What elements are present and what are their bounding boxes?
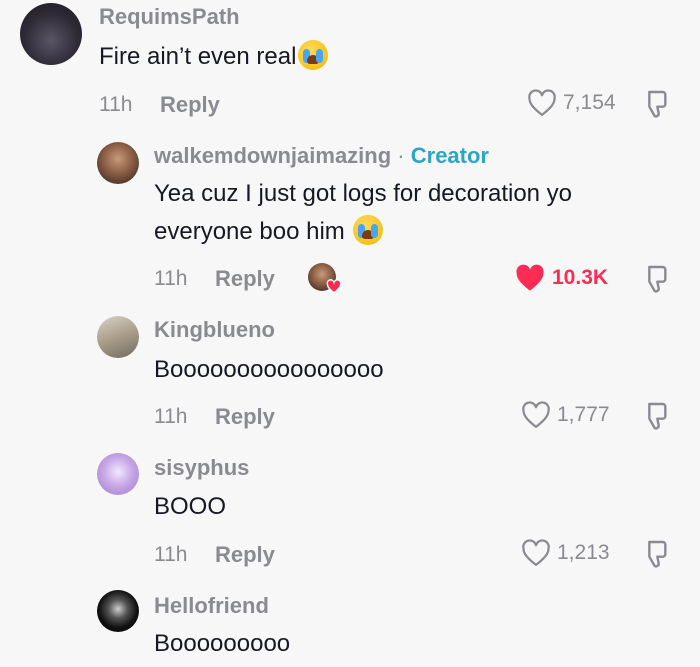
comment-time: 11h <box>154 267 188 290</box>
like-count: 10.3K <box>552 266 609 289</box>
comment-requimspath: RequimsPath Fire ain’t even real 11h Rep… <box>0 0 700 130</box>
comment-text-line-2: everyone boo him <box>154 213 572 251</box>
comment-time: 11h <box>154 405 188 428</box>
heart-outline-icon <box>522 539 550 566</box>
like-button[interactable]: 1,777 <box>521 401 610 429</box>
thumbs-down-icon[interactable] <box>640 538 672 570</box>
avatar-hellofriend[interactable] <box>97 590 139 632</box>
thumbs-down-icon[interactable] <box>640 88 672 120</box>
comment-text-line: Booooooooo <box>154 630 291 657</box>
comment-text: BOOO <box>154 488 226 526</box>
comment-creator-reply: walkemdownjaimazing · Creator Yea cuz I … <box>0 130 700 300</box>
comment-text: Yea cuz I just got logs for decoration y… <box>154 175 572 251</box>
heart-outline-icon <box>528 89 556 116</box>
like-count: 1,777 <box>557 403 610 426</box>
avatar-requimspath[interactable] <box>20 3 82 65</box>
heart-filled-icon <box>516 264 544 291</box>
creator-badge: Creator <box>410 143 489 168</box>
separator-dot: · <box>397 143 405 168</box>
thumbs-down-icon[interactable] <box>640 263 672 295</box>
avatar-walkemdownjaimazing[interactable] <box>97 142 139 184</box>
like-count: 1,213 <box>557 541 610 564</box>
comment-username[interactable]: Kingblueno <box>154 317 275 343</box>
comment-text: Booooooooo <box>154 625 290 663</box>
avatar-sisyphus[interactable] <box>97 453 139 495</box>
crying-face-emoji-icon <box>298 40 329 70</box>
comment-username[interactable]: sisyphus <box>154 455 249 481</box>
comment-kingblueno: Kingblueno Boooooooooooooooo 11h Reply 1… <box>0 300 700 440</box>
comment-time: 11h <box>99 93 133 116</box>
username-text[interactable]: walkemdownjaimazing <box>154 143 391 168</box>
like-count: 7,154 <box>563 91 616 114</box>
comment-sisyphus: sisyphus BOOO 11h Reply 1,213 <box>0 440 700 580</box>
comment-text-line: Fire ain’t even real <box>99 43 297 70</box>
comment-text: Fire ain’t even real <box>99 38 329 76</box>
comment-text-line: BOOO <box>154 493 227 520</box>
comment-username[interactable]: walkemdownjaimazing · Creator <box>154 143 489 169</box>
reply-button[interactable]: Reply <box>215 266 275 292</box>
small-heart-icon <box>326 279 342 294</box>
reply-button[interactable]: Reply <box>215 404 275 430</box>
like-button[interactable]: 7,154 <box>527 89 616 117</box>
comment-text-line: Boooooooooooooooo <box>154 356 384 383</box>
avatar-kingblueno[interactable] <box>97 316 139 358</box>
reply-button[interactable]: Reply <box>215 542 275 568</box>
comment-username[interactable]: RequimsPath <box>99 4 240 30</box>
creator-liked-avatar-icon <box>308 263 342 294</box>
comment-text-line-content: everyone boo him <box>154 218 345 245</box>
comment-username[interactable]: Hellofriend <box>154 593 269 619</box>
comment-time: 11h <box>154 543 188 566</box>
crying-face-emoji-icon <box>353 215 384 245</box>
comment-hellofriend: Hellofriend Booooooooo <box>0 580 700 667</box>
heart-outline-icon <box>522 401 550 428</box>
thumbs-down-icon[interactable] <box>640 400 672 432</box>
comment-text-line: Yea cuz I just got logs for decoration y… <box>154 180 573 207</box>
reply-button[interactable]: Reply <box>160 92 220 118</box>
like-button[interactable]: 1,213 <box>521 539 610 567</box>
like-button[interactable]: 10.3K <box>514 263 608 293</box>
comment-text: Boooooooooooooooo <box>154 351 384 389</box>
